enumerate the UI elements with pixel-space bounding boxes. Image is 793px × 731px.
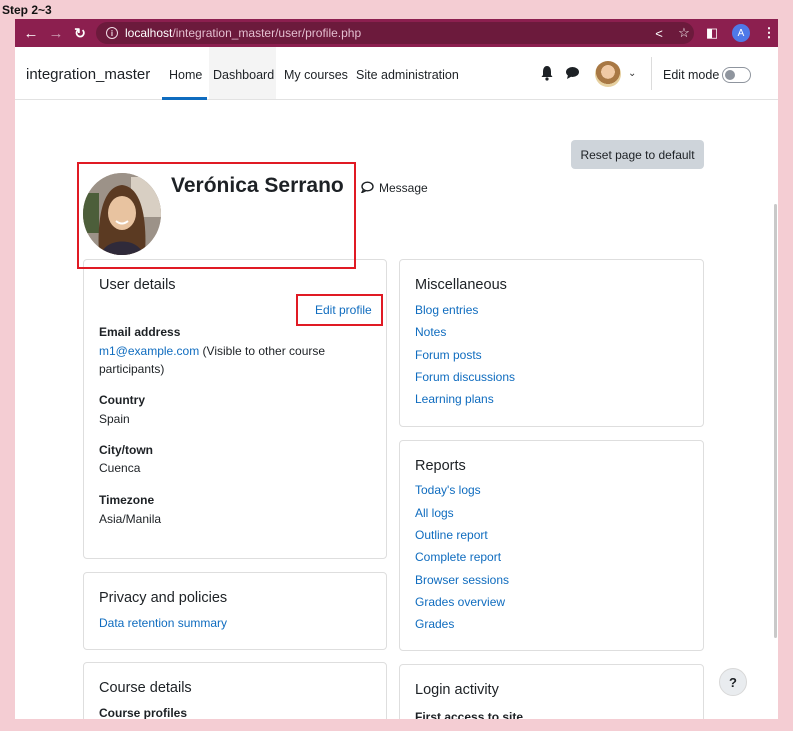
url-host: localhost [125, 26, 173, 40]
highlight-box-edit-profile [296, 294, 383, 326]
misc-link-notes[interactable]: Notes [415, 325, 446, 339]
misc-link-learning-plans[interactable]: Learning plans [415, 392, 494, 406]
share-icon[interactable]: < [650, 24, 668, 42]
url-path: /integration_master/user/profile.php [172, 26, 362, 40]
report-link-browser-sessions[interactable]: Browser sessions [415, 573, 509, 587]
browser-toolbar: ← → ↻ i localhost/integration_master/use… [15, 19, 778, 47]
message-button[interactable]: Message [379, 181, 428, 195]
back-arrow-icon[interactable]: ← [22, 24, 40, 42]
course-profiles-label: Course profiles [99, 706, 188, 719]
course-details-title: Course details [99, 680, 192, 696]
bell-icon[interactable] [540, 65, 554, 81]
timezone-label: Timezone [99, 493, 155, 507]
city-value: Cuenca [99, 461, 141, 475]
misc-link-forum-posts[interactable]: Forum posts [415, 348, 482, 362]
email-visibility-note: (Visible to other course [199, 344, 326, 358]
report-link-outline[interactable]: Outline report [415, 528, 488, 542]
report-link-grades[interactable]: Grades [415, 617, 454, 631]
country-label: Country [99, 393, 145, 407]
highlight-box-user-header [77, 162, 356, 269]
browser-window: ← → ↻ i localhost/integration_master/use… [15, 19, 778, 719]
login-activity-card: Login activity First access to site [399, 664, 704, 719]
course-details-card: Course details Course profiles [83, 662, 387, 719]
bookmark-star-icon[interactable]: ☆ [675, 24, 693, 42]
data-retention-link[interactable]: Data retention summary [99, 616, 227, 630]
nav-my-courses[interactable]: My courses [284, 68, 348, 82]
reports-card: Reports Today's logs All logs Outline re… [399, 440, 704, 651]
report-link-complete[interactable]: Complete report [415, 550, 501, 564]
toggle-knob [725, 70, 735, 80]
miscellaneous-title: Miscellaneous [415, 277, 507, 293]
reset-page-button[interactable]: Reset page to default [571, 140, 704, 169]
email-link[interactable]: m1@example.com [99, 344, 199, 358]
first-access-label: First access to site [415, 710, 524, 719]
city-label: City/town [99, 443, 153, 457]
nav-site-administration[interactable]: Site administration [356, 68, 459, 82]
step-label: Step 2~3 [2, 3, 52, 17]
user-menu-avatar[interactable] [595, 61, 621, 87]
address-bar[interactable]: i localhost/integration_master/user/prof… [96, 22, 694, 44]
nav-dashboard[interactable]: Dashboard [213, 68, 274, 82]
scrollbar-thumb[interactable] [774, 204, 777, 638]
side-panel-icon[interactable]: ◧ [703, 24, 721, 42]
info-icon[interactable]: i [106, 27, 118, 39]
misc-link-blog-entries[interactable]: Blog entries [415, 303, 478, 317]
miscellaneous-card: Miscellaneous Blog entries Notes Forum p… [399, 259, 704, 427]
site-navbar: integration_master Home Dashboard My cou… [15, 47, 778, 100]
reports-title: Reports [415, 458, 466, 474]
privacy-card: Privacy and policies Data retention summ… [83, 572, 387, 650]
misc-link-forum-discussions[interactable]: Forum discussions [415, 370, 515, 384]
edit-mode-toggle[interactable] [722, 67, 751, 83]
reload-icon[interactable]: ↻ [71, 24, 89, 42]
page-scrollbar[interactable] [773, 100, 778, 719]
login-activity-title: Login activity [415, 682, 499, 698]
browser-menu-icon[interactable]: ⋮ [760, 24, 778, 42]
edit-mode-label: Edit mode [663, 68, 720, 82]
report-link-todays-logs[interactable]: Today's logs [415, 483, 481, 497]
message-icon[interactable] [360, 181, 374, 193]
nav-home[interactable]: Home [169, 68, 202, 82]
privacy-title: Privacy and policies [99, 590, 228, 606]
navbar-divider [651, 57, 652, 90]
browser-profile-icon[interactable]: A [732, 24, 750, 42]
report-link-grades-overview[interactable]: Grades overview [415, 595, 505, 609]
help-button[interactable]: ? [719, 668, 747, 696]
user-details-title: User details [99, 277, 176, 293]
chevron-down-icon[interactable]: ⌄ [628, 68, 636, 79]
site-brand[interactable]: integration_master [26, 66, 150, 83]
timezone-value: Asia/Manila [99, 512, 162, 526]
email-row: m1@example.com (Visible to other course [99, 344, 325, 358]
forward-arrow-icon[interactable]: → [47, 24, 65, 42]
active-nav-indicator [162, 97, 207, 100]
email-visibility-note-cont: participants) [99, 362, 165, 376]
messages-icon[interactable] [565, 66, 580, 80]
report-link-all-logs[interactable]: All logs [415, 506, 454, 520]
email-label: Email address [99, 325, 181, 339]
country-value: Spain [99, 412, 130, 426]
